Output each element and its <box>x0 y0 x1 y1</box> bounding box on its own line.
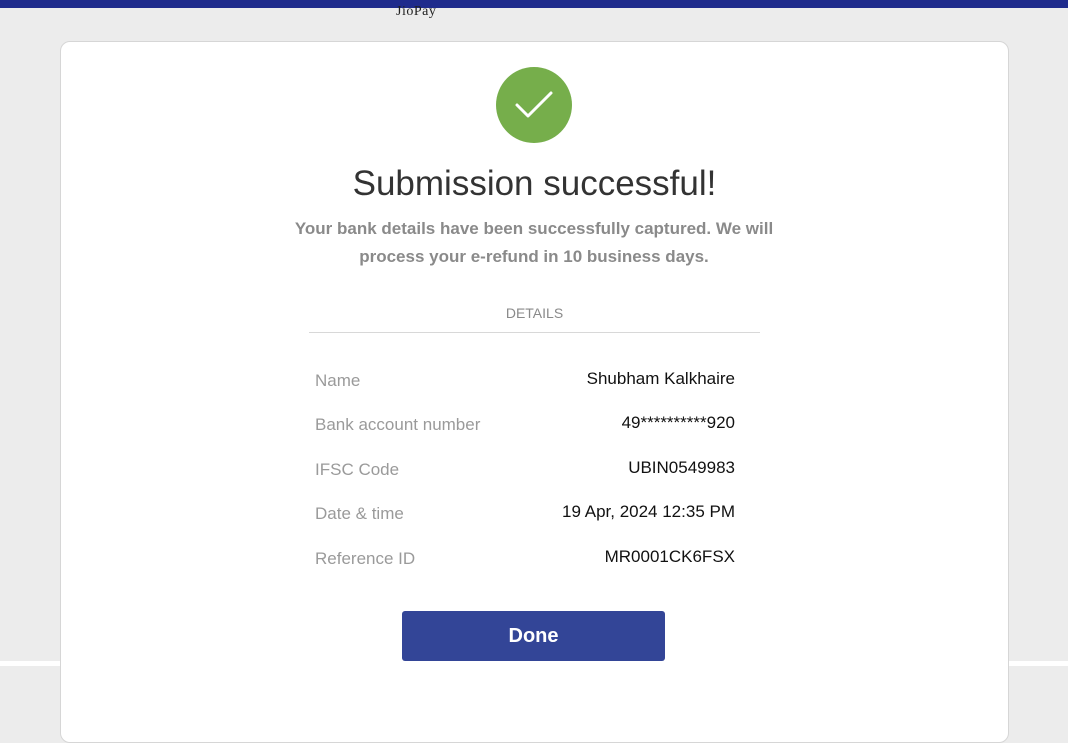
detail-label: Bank account number <box>315 415 481 434</box>
detail-row-datetime: Date & time 19 Apr, 2024 12:35 PM <box>315 500 735 530</box>
detail-row-account-number: Bank account number 49**********920 <box>315 411 735 441</box>
top-brand-bar <box>0 0 1068 8</box>
detail-row-reference-id: Reference ID MR0001CK6FSX <box>315 545 735 575</box>
confirmation-card: Submission successful! Your bank details… <box>60 41 1009 743</box>
done-button[interactable]: Done <box>402 611 665 661</box>
confirmation-message: Your bank details have been successfully… <box>294 219 774 266</box>
detail-value: MR0001CK6FSX <box>604 547 735 566</box>
detail-value: 19 Apr, 2024 12:35 PM <box>562 502 735 521</box>
detail-label: Reference ID <box>315 549 416 568</box>
detail-row-name: Name Shubham Kalkhaire <box>315 367 735 397</box>
checkmark-icon <box>515 91 553 118</box>
detail-label: IFSC Code <box>315 460 400 479</box>
detail-label: Date & time <box>315 504 404 523</box>
details-heading: DETAILS <box>505 305 564 321</box>
detail-value: Shubham Kalkhaire <box>586 369 735 388</box>
success-badge <box>496 67 572 143</box>
detail-label: Name <box>315 371 361 390</box>
details-divider <box>309 332 760 333</box>
detail-value: UBIN0549983 <box>628 458 735 477</box>
detail-row-ifsc: IFSC Code UBIN0549983 <box>315 456 735 486</box>
detail-value: 49**********920 <box>621 413 735 432</box>
brand-logo-text: JioPay <box>396 4 437 19</box>
page-title: Submission successful! <box>352 164 717 203</box>
